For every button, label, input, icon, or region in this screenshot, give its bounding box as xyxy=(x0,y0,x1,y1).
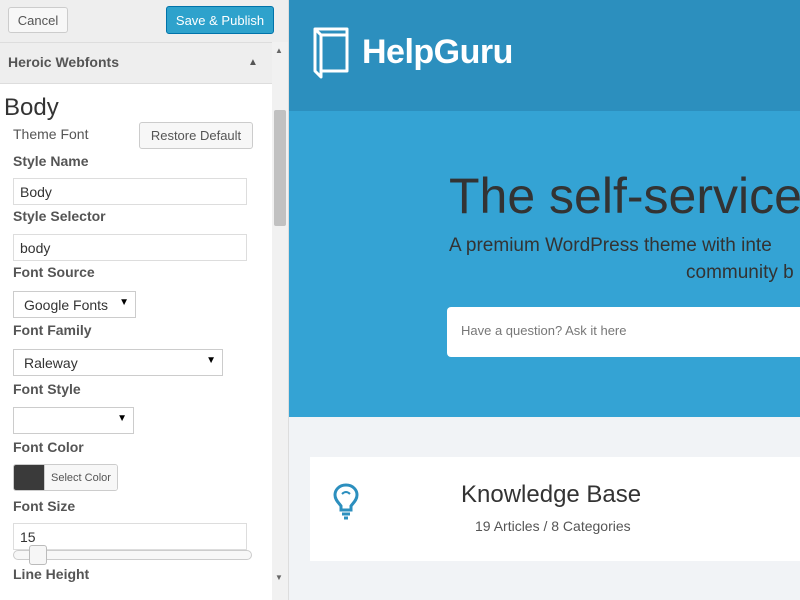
color-swatch[interactable] xyxy=(14,465,44,490)
font-source-value: Google Fonts xyxy=(24,297,109,313)
font-size-label: Font Size xyxy=(13,498,76,514)
search-input[interactable]: Have a question? Ask it here xyxy=(447,307,800,357)
hero-subtitle-line2: community b xyxy=(686,262,794,283)
dropdown-caret-icon: ▼ xyxy=(206,355,216,366)
font-family-label: Font Family xyxy=(13,322,92,338)
site-preview: HelpGuru The self-service A premium Word… xyxy=(289,0,800,600)
panel-scrollbar[interactable]: ▲ ▼ xyxy=(272,42,288,600)
knowledge-base-card[interactable]: Knowledge Base 19 Articles / 8 Categorie… xyxy=(310,457,800,561)
style-selector-label: Style Selector xyxy=(13,208,106,224)
style-name-input[interactable]: Body xyxy=(13,178,247,205)
site-header: HelpGuru xyxy=(289,0,800,111)
knowledge-base-title[interactable]: Knowledge Base xyxy=(461,481,641,509)
scroll-up-icon[interactable]: ▲ xyxy=(275,46,283,55)
dropdown-caret-icon: ▼ xyxy=(119,297,129,308)
font-style-label: Font Style xyxy=(13,381,81,397)
font-color-picker[interactable]: Select Color xyxy=(13,464,118,491)
hero-subtitle-line1: A premium WordPress theme with inte xyxy=(449,235,772,256)
scroll-down-icon[interactable]: ▼ xyxy=(275,573,283,582)
customizer-sidebar: Cancel Save & Publish Heroic Webfonts ▲ … xyxy=(0,0,289,600)
customizer-header: Cancel Save & Publish xyxy=(0,0,288,42)
style-name-label: Style Name xyxy=(13,153,89,169)
select-color-button[interactable]: Select Color xyxy=(44,465,117,490)
panel-heading: Body xyxy=(4,94,59,121)
font-color-label: Font Color xyxy=(13,439,84,455)
lightbulb-icon xyxy=(332,482,360,525)
font-size-input[interactable]: 15 xyxy=(13,523,247,550)
font-settings-panel: Body Theme Font Restore Default Style Na… xyxy=(0,84,272,600)
font-family-value: Raleway xyxy=(24,355,78,371)
section-title: Heroic Webfonts xyxy=(8,54,119,70)
hero-section: The self-service A premium WordPress the… xyxy=(289,111,800,417)
font-size-slider-handle[interactable] xyxy=(29,545,47,565)
font-style-select[interactable]: ▼ xyxy=(13,407,134,434)
font-source-label: Font Source xyxy=(13,264,95,280)
scrollbar-thumb[interactable] xyxy=(274,110,286,226)
cancel-button[interactable]: Cancel xyxy=(8,7,68,33)
section-header[interactable]: Heroic Webfonts ▲ xyxy=(0,42,272,84)
dropdown-caret-icon: ▼ xyxy=(117,413,127,424)
style-selector-input[interactable]: body xyxy=(13,234,247,261)
save-publish-button[interactable]: Save & Publish xyxy=(166,6,274,34)
line-height-label: Line Height xyxy=(13,566,90,582)
font-source-select[interactable]: Google Fonts ▼ xyxy=(13,291,136,318)
theme-font-label: Theme Font xyxy=(13,126,89,142)
hero-title: The self-service xyxy=(449,168,800,224)
font-family-select[interactable]: Raleway ▼ xyxy=(13,349,223,376)
restore-default-button[interactable]: Restore Default xyxy=(139,122,253,149)
book-logo-icon[interactable] xyxy=(309,25,355,86)
site-logo-text[interactable]: HelpGuru xyxy=(362,33,513,72)
collapse-arrow-icon[interactable]: ▲ xyxy=(248,57,258,68)
font-size-slider-track[interactable] xyxy=(13,550,252,560)
knowledge-base-meta: 19 Articles / 8 Categories xyxy=(475,518,631,534)
